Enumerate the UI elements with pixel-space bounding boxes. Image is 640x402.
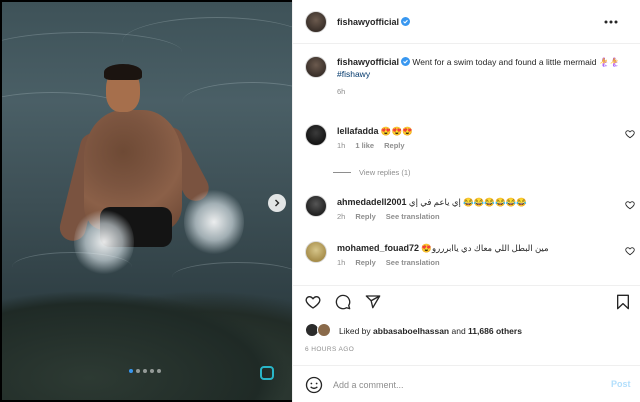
reply-button[interactable]: Reply (355, 258, 375, 267)
more-options-button[interactable] (601, 13, 621, 31)
post-detail-panel: fishawyofficial fishawyofficial Went for… (292, 0, 640, 402)
commenter-username[interactable]: lellafadda (337, 126, 379, 136)
comment-text: إي ياعم في إي 😂😂😂😂😂😂 (408, 197, 527, 207)
commenter-username[interactable]: ahmedadell2001 (337, 197, 407, 207)
carousel-dot (157, 369, 161, 373)
verified-badge-icon (401, 57, 411, 66)
caption-text: Went for a swim today and found a little… (412, 57, 621, 67)
carousel-dot (150, 369, 154, 373)
carousel-next-button[interactable] (268, 194, 286, 212)
comment-body: mohamed_fouad72 😍مين البطل اللي معاك دي … (337, 242, 607, 254)
comment-time: 2h (337, 212, 346, 221)
likes-summary: Liked by abbasaboelhassan and 11,686 oth… (305, 323, 522, 339)
author-username[interactable]: fishawyofficial (337, 17, 411, 27)
comment-meta: 1h Reply See translation (337, 258, 440, 267)
share-icon[interactable] (365, 294, 381, 310)
person-hair (104, 64, 142, 80)
carousel-dot (136, 369, 140, 373)
comment-text: 😍😍😍 (380, 126, 413, 136)
comment-icon[interactable] (335, 294, 351, 310)
hashtag-link[interactable]: #fishawy (337, 69, 370, 79)
commenter-username[interactable]: mohamed_fouad72 (337, 243, 419, 253)
comment-text: 😍مين البطل اللي معاك دي ياابرررو (421, 243, 549, 253)
likes-joiner: and (451, 326, 466, 336)
comment-input[interactable] (333, 377, 573, 393)
likes-others-link[interactable]: 11,686 others (468, 326, 522, 336)
comment-time: 1h (337, 258, 346, 267)
verified-badge-icon (401, 17, 411, 26)
comment-likes[interactable]: 1 like (355, 141, 374, 150)
heart-icon[interactable] (305, 294, 321, 310)
emoji-icon[interactable] (305, 376, 323, 394)
watermark-logo (260, 366, 274, 380)
add-comment-bar: Post (293, 365, 640, 402)
liker-username[interactable]: abbasaboelhassan (373, 326, 449, 336)
post-photo[interactable] (2, 2, 292, 400)
caption-time: 6h (337, 87, 346, 96)
comment-body: ahmedadell2001 إي ياعم في إي 😂😂😂😂😂😂 (337, 196, 607, 208)
liker-avatar (317, 323, 331, 337)
comment-body: lellafadda 😍😍😍 (337, 125, 607, 137)
comment-meta: 2h Reply See translation (337, 212, 440, 221)
reply-button[interactable]: Reply (384, 141, 404, 150)
commenter-avatar[interactable] (305, 124, 327, 146)
heart-icon[interactable] (625, 200, 635, 210)
heart-icon[interactable] (625, 129, 635, 139)
commenter-avatar[interactable] (305, 195, 327, 217)
comment-meta: 1h 1 like Reply (337, 141, 405, 150)
water-wave (172, 262, 292, 292)
more-horizontal-icon (604, 20, 618, 24)
view-replies-label: View replies (1) (359, 168, 411, 177)
author-avatar[interactable] (305, 56, 327, 78)
reply-button[interactable]: Reply (355, 212, 375, 221)
replies-line (333, 172, 351, 173)
water-splash (74, 207, 134, 277)
post-header: fishawyofficial (293, 0, 640, 44)
view-replies-button[interactable]: View replies (1) (333, 168, 411, 177)
rocky-seabed (2, 290, 292, 400)
commenter-avatar[interactable] (305, 241, 327, 263)
caption-username[interactable]: fishawyofficial (337, 57, 411, 67)
water-splash (184, 187, 244, 257)
see-translation-button[interactable]: See translation (386, 212, 440, 221)
heart-icon[interactable] (625, 246, 635, 256)
caption-body: fishawyofficial Went for a swim today an… (337, 56, 627, 98)
see-translation-button[interactable]: See translation (386, 258, 440, 267)
likes-prefix: Liked by (339, 326, 371, 336)
post-comment-button[interactable]: Post (611, 379, 631, 389)
action-icons (305, 294, 381, 310)
chevron-right-icon (275, 199, 280, 207)
author-avatar[interactable] (305, 11, 327, 33)
post-actions: Liked by abbasaboelhassan and 11,686 oth… (293, 285, 640, 402)
carousel-dot (129, 369, 133, 373)
water-wave (182, 82, 292, 122)
bookmark-icon[interactable] (615, 294, 631, 310)
carousel-dots (129, 369, 161, 373)
carousel-dot (143, 369, 147, 373)
comment-time: 1h (337, 141, 346, 150)
post-timestamp: 6 HOURS AGO (305, 346, 355, 353)
liker-avatars (305, 323, 335, 339)
